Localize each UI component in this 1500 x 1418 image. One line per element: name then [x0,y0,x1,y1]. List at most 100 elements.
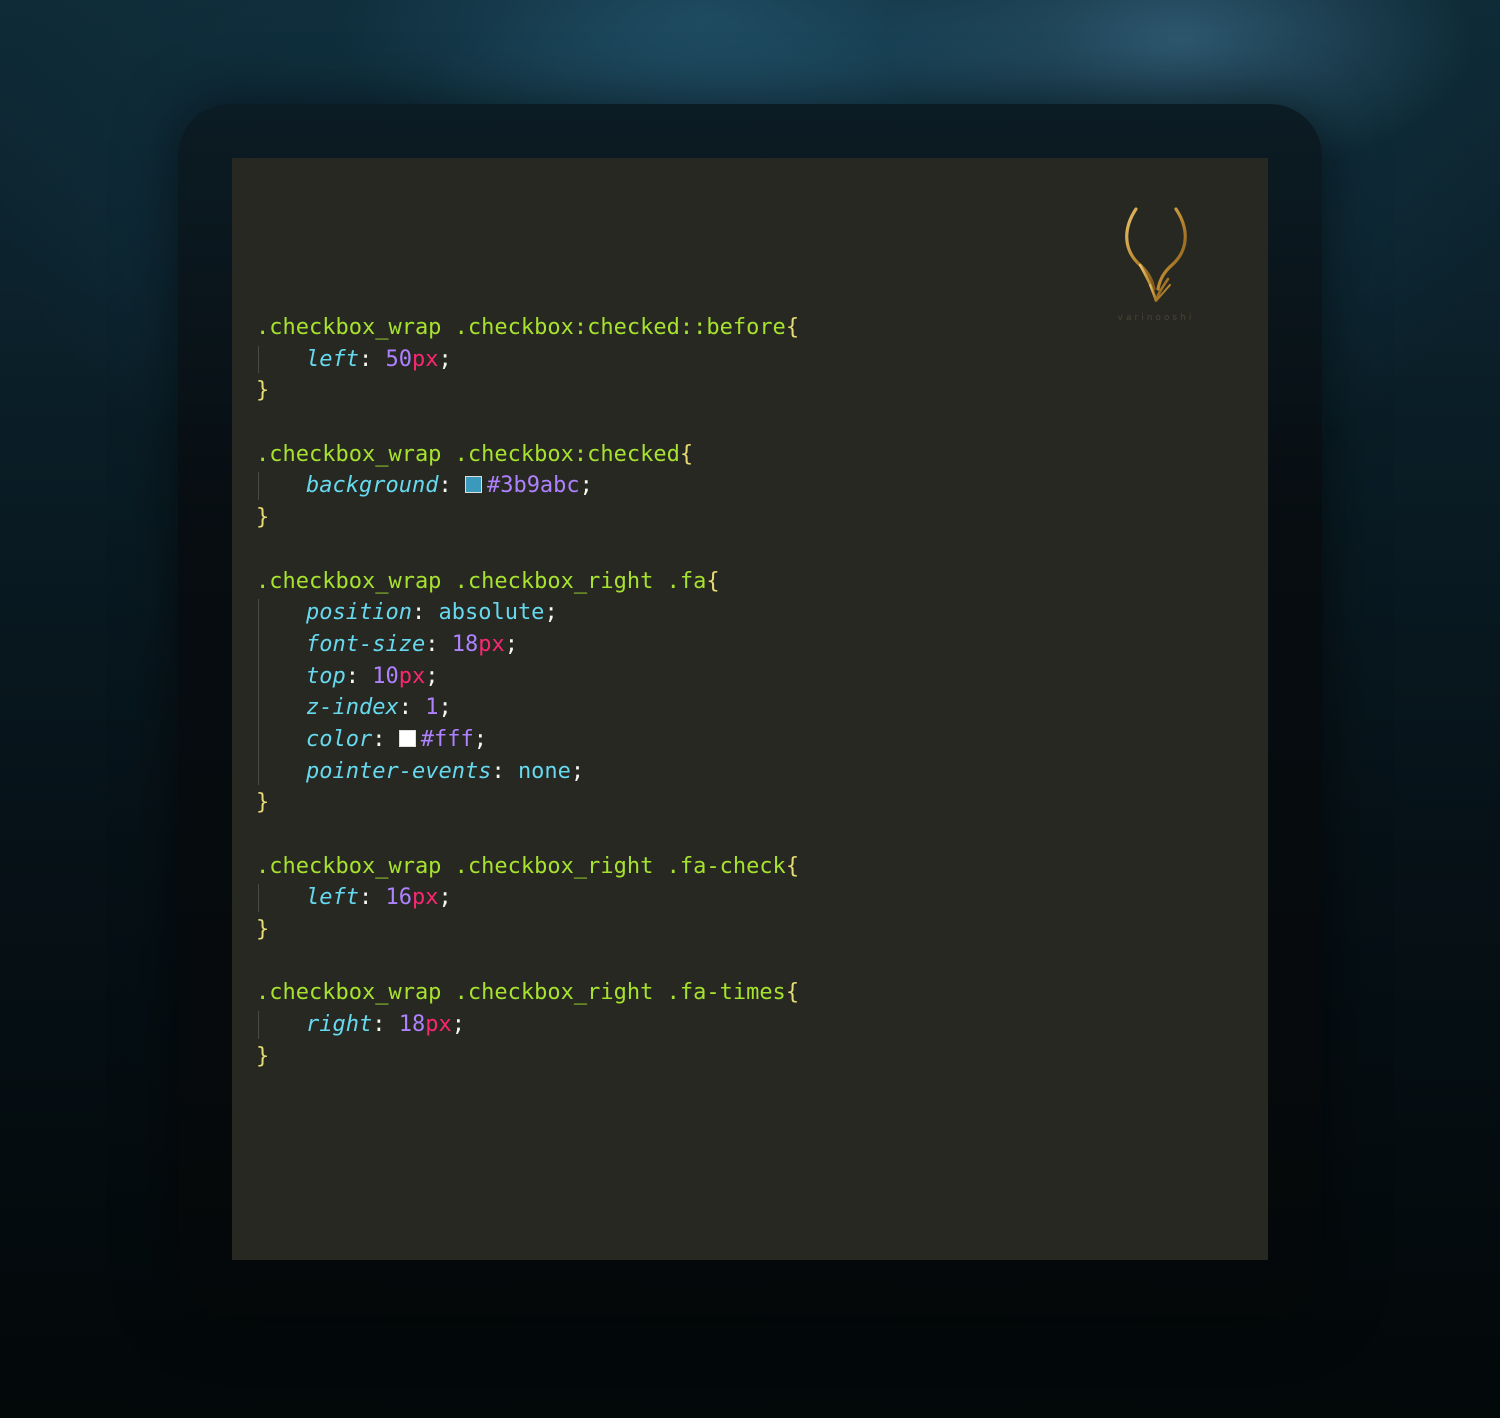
rule-close-line: } [256,914,799,946]
open-brace: { [785,980,800,1006]
declaration-line: right: 18px; [256,1009,799,1041]
close-brace: } [256,378,270,404]
open-brace: { [785,853,800,879]
css-selector: .checkbox_wrap .checkbox:checked [256,441,680,467]
colon: : [345,663,373,689]
colon: : [372,1012,399,1038]
css-property: z-index [306,695,399,721]
colon: : [411,600,439,626]
semicolon: ; [425,663,439,689]
semicolon: ; [473,726,487,752]
css-number-value: 18 [451,631,479,657]
css-property: top [306,663,346,689]
css-selector: .checkbox_wrap .checkbox:checked::before [256,315,786,340]
css-number-value: 18 [398,1012,426,1038]
css-property: left [306,346,359,372]
rule-selector-line: .checkbox_wrap .checkbox_right .fa{ [256,566,799,598]
declaration-line: pointer-events: none; [256,756,799,788]
css-number-value: #fff [420,726,474,752]
declaration-line: left: 16px; [256,882,799,914]
rule-body: left: 16px; [256,882,799,914]
css-number-value: 50 [385,346,412,372]
antler-logo-icon [1125,207,1187,302]
css-unit: px [478,631,505,657]
indent-guide [258,884,259,913]
css-property: left [306,885,359,911]
rule-body: left: 50px; [256,344,799,376]
open-brace: { [679,441,694,467]
rule-selector-line: .checkbox_wrap .checkbox_right .fa-times… [256,977,799,1009]
rule-selector-line: .checkbox_wrap .checkbox:checked::before… [256,312,799,344]
css-property: font-size [306,631,426,657]
indent-guide [258,599,259,786]
rule-close-line: } [256,1041,799,1073]
close-brace: } [256,917,270,943]
rule-close-line: } [256,502,799,534]
semicolon: ; [438,695,452,721]
declaration-line: left: 50px; [256,344,799,376]
rule-selector-line: .checkbox_wrap .checkbox_right .fa-check… [256,851,799,883]
colon: : [398,695,426,721]
brand-logo: varinooshi [1110,205,1202,329]
css-number-value: 10 [372,663,399,689]
semicolon: ; [544,600,558,626]
open-brace: { [785,315,800,340]
css-property: background [306,473,439,499]
colon: : [491,758,518,784]
css-unit: px [411,885,439,911]
color-swatch-icon[interactable] [398,729,416,747]
declaration-line: font-size: 18px; [256,629,799,661]
css-unit: px [398,663,426,689]
semicolon: ; [438,885,452,911]
css-number-value: #3b9abc [486,473,580,499]
rule-body: right: 18px; [256,1009,799,1041]
css-property: pointer-events [306,758,492,784]
declaration-line: background: #3b9abc; [256,470,799,502]
declaration-line: z-index: 1; [256,692,799,724]
semicolon: ; [570,758,585,784]
css-number-value: 16 [385,885,412,911]
css-selector: .checkbox_wrap .checkbox_right .fa [256,568,707,594]
semicolon: ; [451,1012,465,1038]
colon: : [372,726,399,752]
color-swatch-icon[interactable] [464,476,482,494]
rule-close-line: } [256,787,799,819]
indent-guide [258,1011,259,1039]
semicolon: ; [438,346,452,372]
declaration-line: top: 10px; [256,661,799,693]
rule-body: background: #3b9abc; [256,470,799,502]
indent-guide [258,472,259,501]
css-unit: px [411,346,439,372]
css-selector: .checkbox_wrap .checkbox_right .fa-times [256,980,786,1006]
css-property: right [306,1012,373,1038]
logo-wordmark: varinooshi [1117,313,1195,323]
rule-close-line: } [256,375,799,407]
close-brace: } [256,1043,270,1069]
css-selector: .checkbox_wrap .checkbox_right .fa-check [256,853,786,879]
css-number-value: 1 [425,695,439,721]
declaration-line: position: absolute; [256,597,799,629]
css-property: position [306,600,412,626]
indent-guide [258,345,259,374]
close-brace: } [256,790,270,816]
colon: : [358,346,386,372]
css-unit: px [425,1012,452,1038]
declaration-line: color: #fff; [256,724,799,756]
semicolon: ; [504,631,518,657]
css-keyword-value: absolute [438,600,545,626]
rule-selector-line: .checkbox_wrap .checkbox:checked{ [256,439,799,471]
css-keyword-value: none [517,758,571,784]
colon: : [425,631,452,657]
open-brace: { [706,568,720,594]
colon: : [438,473,465,499]
close-brace: } [256,505,270,531]
semicolon: ; [579,473,593,499]
css-property: color [306,726,373,752]
colon: : [358,885,386,911]
css-code: .checkbox_wrap .checkbox:checked::before… [256,312,799,1073]
rule-body: position: absolute; font-size: 18px; top: … [256,597,799,787]
